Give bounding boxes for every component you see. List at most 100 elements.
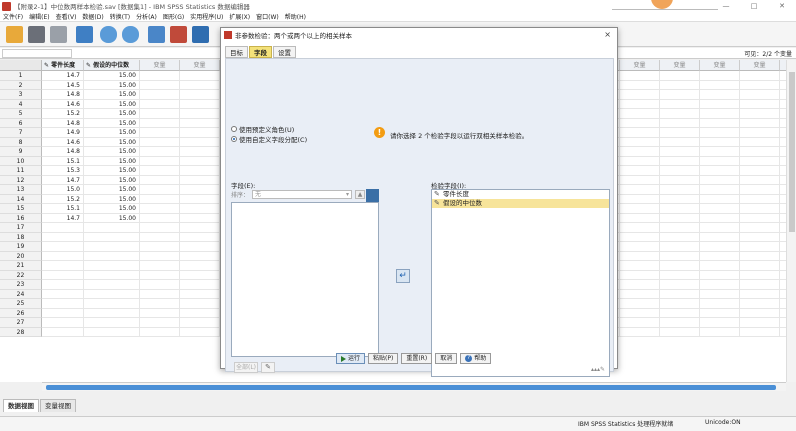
table-cell[interactable] [620,71,660,81]
table-cell[interactable] [740,251,780,261]
table-cell[interactable] [42,242,84,252]
table-cell[interactable] [660,90,700,100]
table-cell[interactable] [660,204,700,214]
cell-name-box[interactable] [2,49,72,58]
row-number[interactable]: 13 [0,185,42,195]
table-cell[interactable] [660,223,700,233]
table-cell[interactable] [180,128,220,138]
table-cell[interactable] [180,299,220,309]
table-cell[interactable] [700,261,740,271]
table-cell[interactable] [660,242,700,252]
table-cell[interactable] [620,280,660,290]
table-cell[interactable]: 15.00 [84,90,140,100]
table-cell[interactable] [740,109,780,119]
table-cell[interactable] [42,232,84,242]
menu-analyze[interactable]: 分析(A) [133,12,160,21]
table-cell[interactable] [660,299,700,309]
table-cell[interactable] [140,318,180,328]
cancel-button[interactable]: 取消 [435,353,458,364]
table-cell[interactable] [180,99,220,109]
table-cell[interactable] [620,213,660,223]
table-cell[interactable] [700,109,740,119]
table-cell[interactable] [140,80,180,90]
table-cell[interactable] [42,289,84,299]
table-cell[interactable] [140,185,180,195]
table-cell[interactable] [180,175,220,185]
column-header-empty[interactable]: 变量 [740,60,780,71]
table-cell[interactable] [660,185,700,195]
table-cell[interactable] [700,156,740,166]
table-cell[interactable] [140,194,180,204]
column-header-variable[interactable]: ✎ 假设的中位数 [84,60,140,71]
table-cell[interactable] [42,251,84,261]
column-header-empty[interactable]: 变量 [140,60,180,71]
table-cell[interactable] [740,185,780,195]
table-cell[interactable]: 15.2 [42,109,84,119]
table-cell[interactable]: 15.00 [84,166,140,176]
tab-objective[interactable]: 目标 [225,46,248,58]
menu-data[interactable]: 数据(D) [79,12,106,21]
table-cell[interactable]: 15.3 [42,166,84,176]
table-cell[interactable] [660,137,700,147]
row-number[interactable]: 28 [0,327,42,337]
table-cell[interactable] [700,280,740,290]
row-number[interactable]: 18 [0,232,42,242]
column-header-variable[interactable]: ✎ 零件长度 [42,60,84,71]
row-number[interactable]: 27 [0,318,42,328]
menu-edit[interactable]: 编辑(E) [26,12,52,21]
sort-dropdown[interactable]: 无 ▾ [252,190,353,199]
table-cell[interactable]: 15.00 [84,71,140,81]
table-cell[interactable] [180,261,220,271]
table-cell[interactable] [42,327,84,337]
menu-utilities[interactable]: 实用程序(U) [187,12,226,21]
table-cell[interactable] [660,318,700,328]
table-cell[interactable] [740,289,780,299]
table-cell[interactable] [140,280,180,290]
table-cell[interactable] [700,251,740,261]
table-cell[interactable] [620,289,660,299]
row-number[interactable]: 7 [0,128,42,138]
select-fields-icon[interactable] [366,189,379,202]
menu-extensions[interactable]: 扩展(X) [226,12,253,21]
table-cell[interactable] [740,232,780,242]
row-number[interactable]: 5 [0,109,42,119]
table-cell[interactable] [180,308,220,318]
table-cell[interactable] [660,128,700,138]
table-cell[interactable]: 14.7 [42,213,84,223]
table-cell[interactable] [180,156,220,166]
table-cell[interactable] [740,194,780,204]
column-header-empty[interactable]: 变量 [660,60,700,71]
row-number[interactable]: 22 [0,270,42,280]
table-cell[interactable]: 14.6 [42,137,84,147]
table-cell[interactable] [740,90,780,100]
table-cell[interactable] [620,156,660,166]
table-cell[interactable] [700,308,740,318]
table-cell[interactable] [740,175,780,185]
table-cell[interactable] [700,175,740,185]
move-field-arrow-icon[interactable]: ↵ [396,269,410,283]
table-cell[interactable] [740,118,780,128]
table-cell[interactable] [660,109,700,119]
row-number[interactable]: 20 [0,251,42,261]
table-cell[interactable] [660,308,700,318]
tab-data-view[interactable]: 数据视图 [3,399,39,412]
row-number[interactable]: 24 [0,289,42,299]
table-cell[interactable] [140,232,180,242]
table-cell[interactable] [700,289,740,299]
table-cell[interactable] [140,128,180,138]
table-cell[interactable]: 14.5 [42,80,84,90]
table-cell[interactable] [140,261,180,271]
table-cell[interactable] [180,90,220,100]
table-cell[interactable] [42,280,84,290]
table-cell[interactable] [140,299,180,309]
table-cell[interactable] [620,175,660,185]
row-number[interactable]: 3 [0,90,42,100]
variables-icon[interactable] [192,26,209,43]
help-button[interactable]: ? 帮助 [460,353,492,364]
radio-custom-circle[interactable] [231,136,237,142]
row-number[interactable]: 12 [0,175,42,185]
table-cell[interactable] [660,71,700,81]
dialog-close-icon[interactable]: × [604,30,611,39]
table-cell[interactable]: 15.00 [84,80,140,90]
row-number[interactable]: 26 [0,308,42,318]
